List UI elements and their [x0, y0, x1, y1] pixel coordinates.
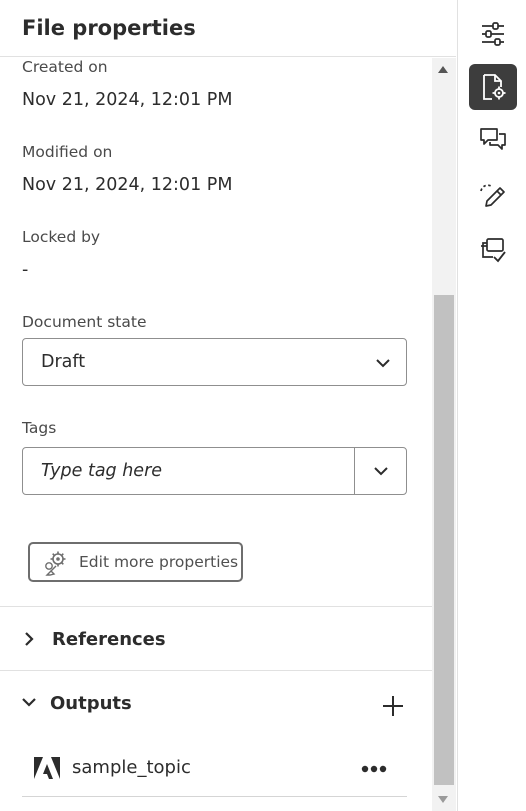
tags-divider: [354, 448, 355, 494]
right-tool-rail: [457, 0, 526, 811]
rail-button-review[interactable]: [469, 227, 517, 273]
gear-pencil-icon: [45, 551, 66, 576]
outputs-title: Outputs: [50, 693, 132, 714]
locked-by-label: Locked by: [22, 228, 101, 246]
tags-dropdown-chevron-icon[interactable]: [372, 462, 390, 480]
pencil-icon: [480, 184, 505, 207]
panel-title: File properties: [22, 16, 196, 40]
tags-label: Tags: [22, 419, 57, 437]
panel-header: File properties: [0, 0, 456, 57]
output-row-border: [22, 796, 407, 797]
tags-input[interactable]: [24, 449, 354, 493]
more-options-icon[interactable]: [361, 765, 387, 773]
document-state-label: Document state: [22, 313, 147, 331]
scrollbar-thumb[interactable]: [434, 295, 454, 785]
created-on-value: Nov 21, 2024, 12:01 PM: [22, 90, 233, 110]
output-item[interactable]: sample_topic: [22, 745, 407, 797]
tags-field: [22, 447, 407, 495]
edit-more-properties-label: Edit more properties: [79, 553, 239, 571]
divider: [0, 670, 432, 671]
scroll-down-arrow-icon[interactable]: [438, 796, 448, 803]
properties-scroll-area[interactable]: Created on Nov 21, 2024, 12:01 PM Modifi…: [0, 58, 432, 811]
references-title: References: [52, 629, 166, 650]
chevron-right-icon: [25, 632, 34, 646]
locked-by-value: -: [22, 260, 29, 280]
rail-button-comments[interactable]: [469, 117, 517, 163]
file-properties-panel: File properties Created on Nov 21, 2024,…: [0, 0, 456, 811]
edit-more-properties-button[interactable]: Edit more properties: [28, 542, 243, 582]
rail-button-settings[interactable]: [469, 11, 517, 57]
chevron-down-icon: [22, 698, 36, 707]
outputs-section-header[interactable]: Outputs: [0, 673, 432, 733]
adobe-logo-icon: [34, 757, 60, 779]
sliders-icon: [482, 22, 504, 46]
output-name: sample_topic: [72, 757, 191, 778]
add-output-plus-icon[interactable]: [382, 695, 404, 717]
document-state-selected: Draft: [41, 352, 86, 372]
comments-icon: [480, 128, 506, 150]
modified-on-value: Nov 21, 2024, 12:01 PM: [22, 175, 233, 195]
document-state-select[interactable]: Draft: [22, 338, 407, 386]
created-on-label: Created on: [22, 58, 108, 76]
chevron-down-icon: [376, 359, 390, 368]
references-section-header[interactable]: References: [0, 609, 432, 669]
rail-button-file-properties[interactable]: [469, 64, 517, 110]
vertical-scrollbar[interactable]: [432, 58, 456, 811]
modified-on-label: Modified on: [22, 143, 113, 161]
file-settings-icon: [483, 74, 506, 100]
rail-button-draw[interactable]: [469, 172, 517, 218]
scroll-up-arrow-icon[interactable]: [438, 66, 448, 73]
review-copies-icon: [481, 238, 506, 263]
divider: [0, 606, 432, 607]
